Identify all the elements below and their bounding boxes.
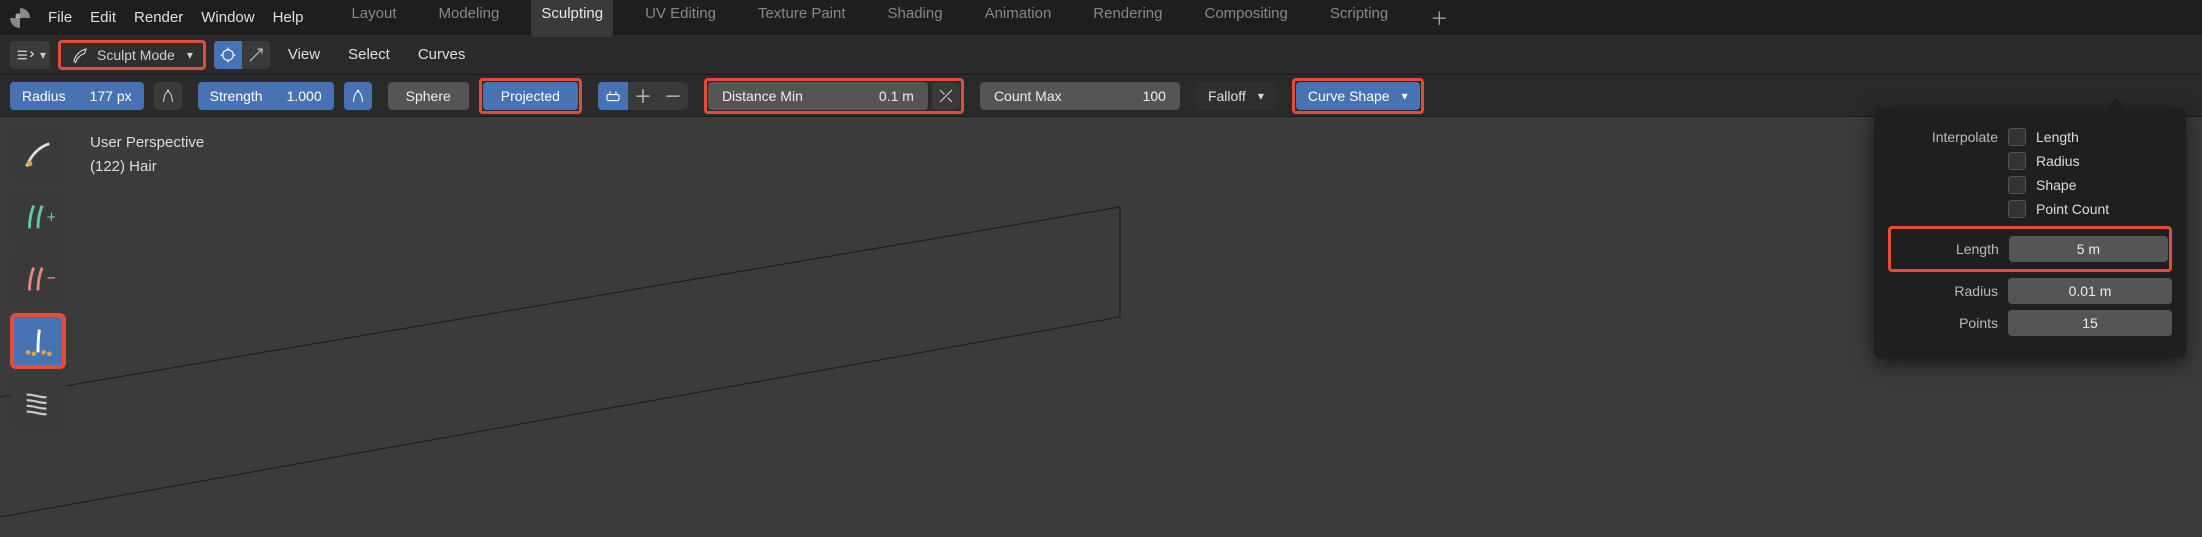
tab-uv-editing[interactable]: UV Editing [635,0,726,37]
curve-shape-dropdown[interactable]: Curve Shape ▾ [1296,82,1420,110]
chevron-down-icon: ▾ [40,48,46,62]
count-max-field[interactable]: Count Max 100 [980,82,1180,110]
interpolate-shape-label: Shape [2036,177,2172,193]
tab-shading[interactable]: Shading [878,0,953,37]
tab-texture-paint[interactable]: Texture Paint [748,0,856,37]
interpolate-length-label: Length [2036,129,2172,145]
svg-text:−: − [47,268,56,290]
radius-label: Radius [10,88,78,104]
popover-arrow-icon [2106,98,2126,108]
overlay-toggle-b[interactable] [242,41,270,69]
falloff-dropdown[interactable]: Falloff ▾ [1196,82,1276,110]
overlay-line-2: (122) Hair [90,155,204,179]
tab-add-workspace[interactable]: ＋ [1420,0,1458,37]
points-field[interactable]: 15 [2008,310,2172,336]
overlay-toggle-group [214,41,270,69]
radius-field-popover[interactable]: 0.01 m [2008,278,2172,304]
density-mode-segmented: ＋ － [598,82,688,110]
interpolate-pointcount-label: Point Count [2036,201,2172,217]
menu-window[interactable]: Window [201,9,254,26]
menu-help[interactable]: Help [273,9,304,26]
tab-scripting[interactable]: Scripting [1320,0,1398,37]
mode-dropdown[interactable]: Sculpt Mode ▾ [58,40,206,70]
interpolate-shape-checkbox[interactable] [2008,176,2026,194]
radius-value: 177 px [78,88,144,104]
distance-min-label: Distance Min [722,88,803,104]
tab-sculpting[interactable]: Sculpting [531,0,613,37]
count-max-label: Count Max [994,88,1062,104]
distance-min-field[interactable]: Distance Min 0.1 m [708,82,928,110]
menu-file[interactable]: File [48,9,72,26]
mode-label: Sculpt Mode [97,47,175,63]
overlay-toggle-a[interactable] [214,41,242,69]
blender-logo-icon [10,8,30,28]
tab-animation[interactable]: Animation [975,0,1062,37]
curve-shape-popover: Interpolate Length Radius Shape Point Co… [1874,108,2186,358]
density-mode-auto-icon[interactable] [598,82,628,110]
projected-button[interactable]: Projected [483,82,578,110]
editor-header: ▾ Sculpt Mode ▾ View Select Curves [0,35,2202,75]
menu-edit[interactable]: Edit [90,9,116,26]
tool-density-icon[interactable] [10,313,66,369]
interpolate-pointcount-checkbox[interactable] [2008,200,2026,218]
menu-render[interactable]: Render [134,9,183,26]
tool-delete-curves-icon[interactable]: − [10,251,66,307]
tool-add-curves-icon[interactable]: + [10,189,66,245]
projected-highlight: Projected [479,78,582,114]
density-mode-remove-icon[interactable]: － [658,82,688,110]
tool-column: + − [10,127,66,431]
interpolate-length-checkbox[interactable] [2008,128,2026,146]
tab-modeling[interactable]: Modeling [429,0,510,37]
interpolate-label: Interpolate [1888,129,1998,145]
strength-pressure-icon[interactable] [344,82,372,110]
tool-comb-icon[interactable] [10,375,66,431]
interpolate-radius-checkbox[interactable] [2008,152,2026,170]
overlay-line-1: User Perspective [90,131,204,155]
interpolate-radius-label: Radius [2036,153,2172,169]
viewport-3d[interactable]: User Perspective (122) Hair + − [0,117,2202,530]
curve-shape-highlight: Curve Shape ▾ [1292,78,1424,114]
length-highlight: Length 5 m [1888,226,2172,272]
tab-rendering[interactable]: Rendering [1083,0,1172,37]
svg-text:+: + [47,208,56,227]
radius-field[interactable]: Radius 177 px [10,82,144,110]
strength-value: 1.000 [275,88,334,104]
tab-compositing[interactable]: Compositing [1195,0,1298,37]
chevron-down-icon: ▾ [1258,89,1264,103]
distance-min-value: 0.1 m [879,88,914,104]
tool-draw-icon[interactable] [10,127,66,183]
distance-edit-icon[interactable] [932,82,960,110]
header-menu-curves[interactable]: Curves [408,46,476,63]
tab-layout[interactable]: Layout [341,0,406,37]
header-menu-select[interactable]: Select [338,46,400,63]
radius-pressure-icon[interactable] [154,82,182,110]
chevron-down-icon: ▾ [187,48,193,62]
chevron-down-icon: ▾ [1402,89,1408,103]
sphere-button[interactable]: Sphere [388,82,469,110]
tool-settings: Radius 177 px Strength 1.000 Sphere Proj… [0,75,2202,117]
radius-label-popover: Radius [1888,283,1998,299]
length-field[interactable]: 5 m [2009,236,2168,262]
points-label: Points [1888,315,1998,331]
curve-shape-label: Curve Shape [1308,88,1390,104]
editor-type-dropdown[interactable]: ▾ [10,41,50,69]
density-mode-add-icon[interactable]: ＋ [628,82,658,110]
sculpt-brush-icon [71,46,89,64]
count-max-value: 100 [1143,88,1166,104]
distance-min-highlight: Distance Min 0.1 m [704,78,964,114]
strength-label: Strength [198,88,275,104]
strength-field[interactable]: Strength 1.000 [198,82,334,110]
top-menu-bar: File Edit Render Window Help Layout Mode… [0,0,2202,35]
workspace-tabs: Layout Modeling Sculpting UV Editing Tex… [341,0,1458,37]
viewport-overlay-text: User Perspective (122) Hair [90,131,204,179]
header-menu-view[interactable]: View [278,46,330,63]
falloff-label: Falloff [1208,88,1246,104]
length-label: Length [1892,241,1999,257]
